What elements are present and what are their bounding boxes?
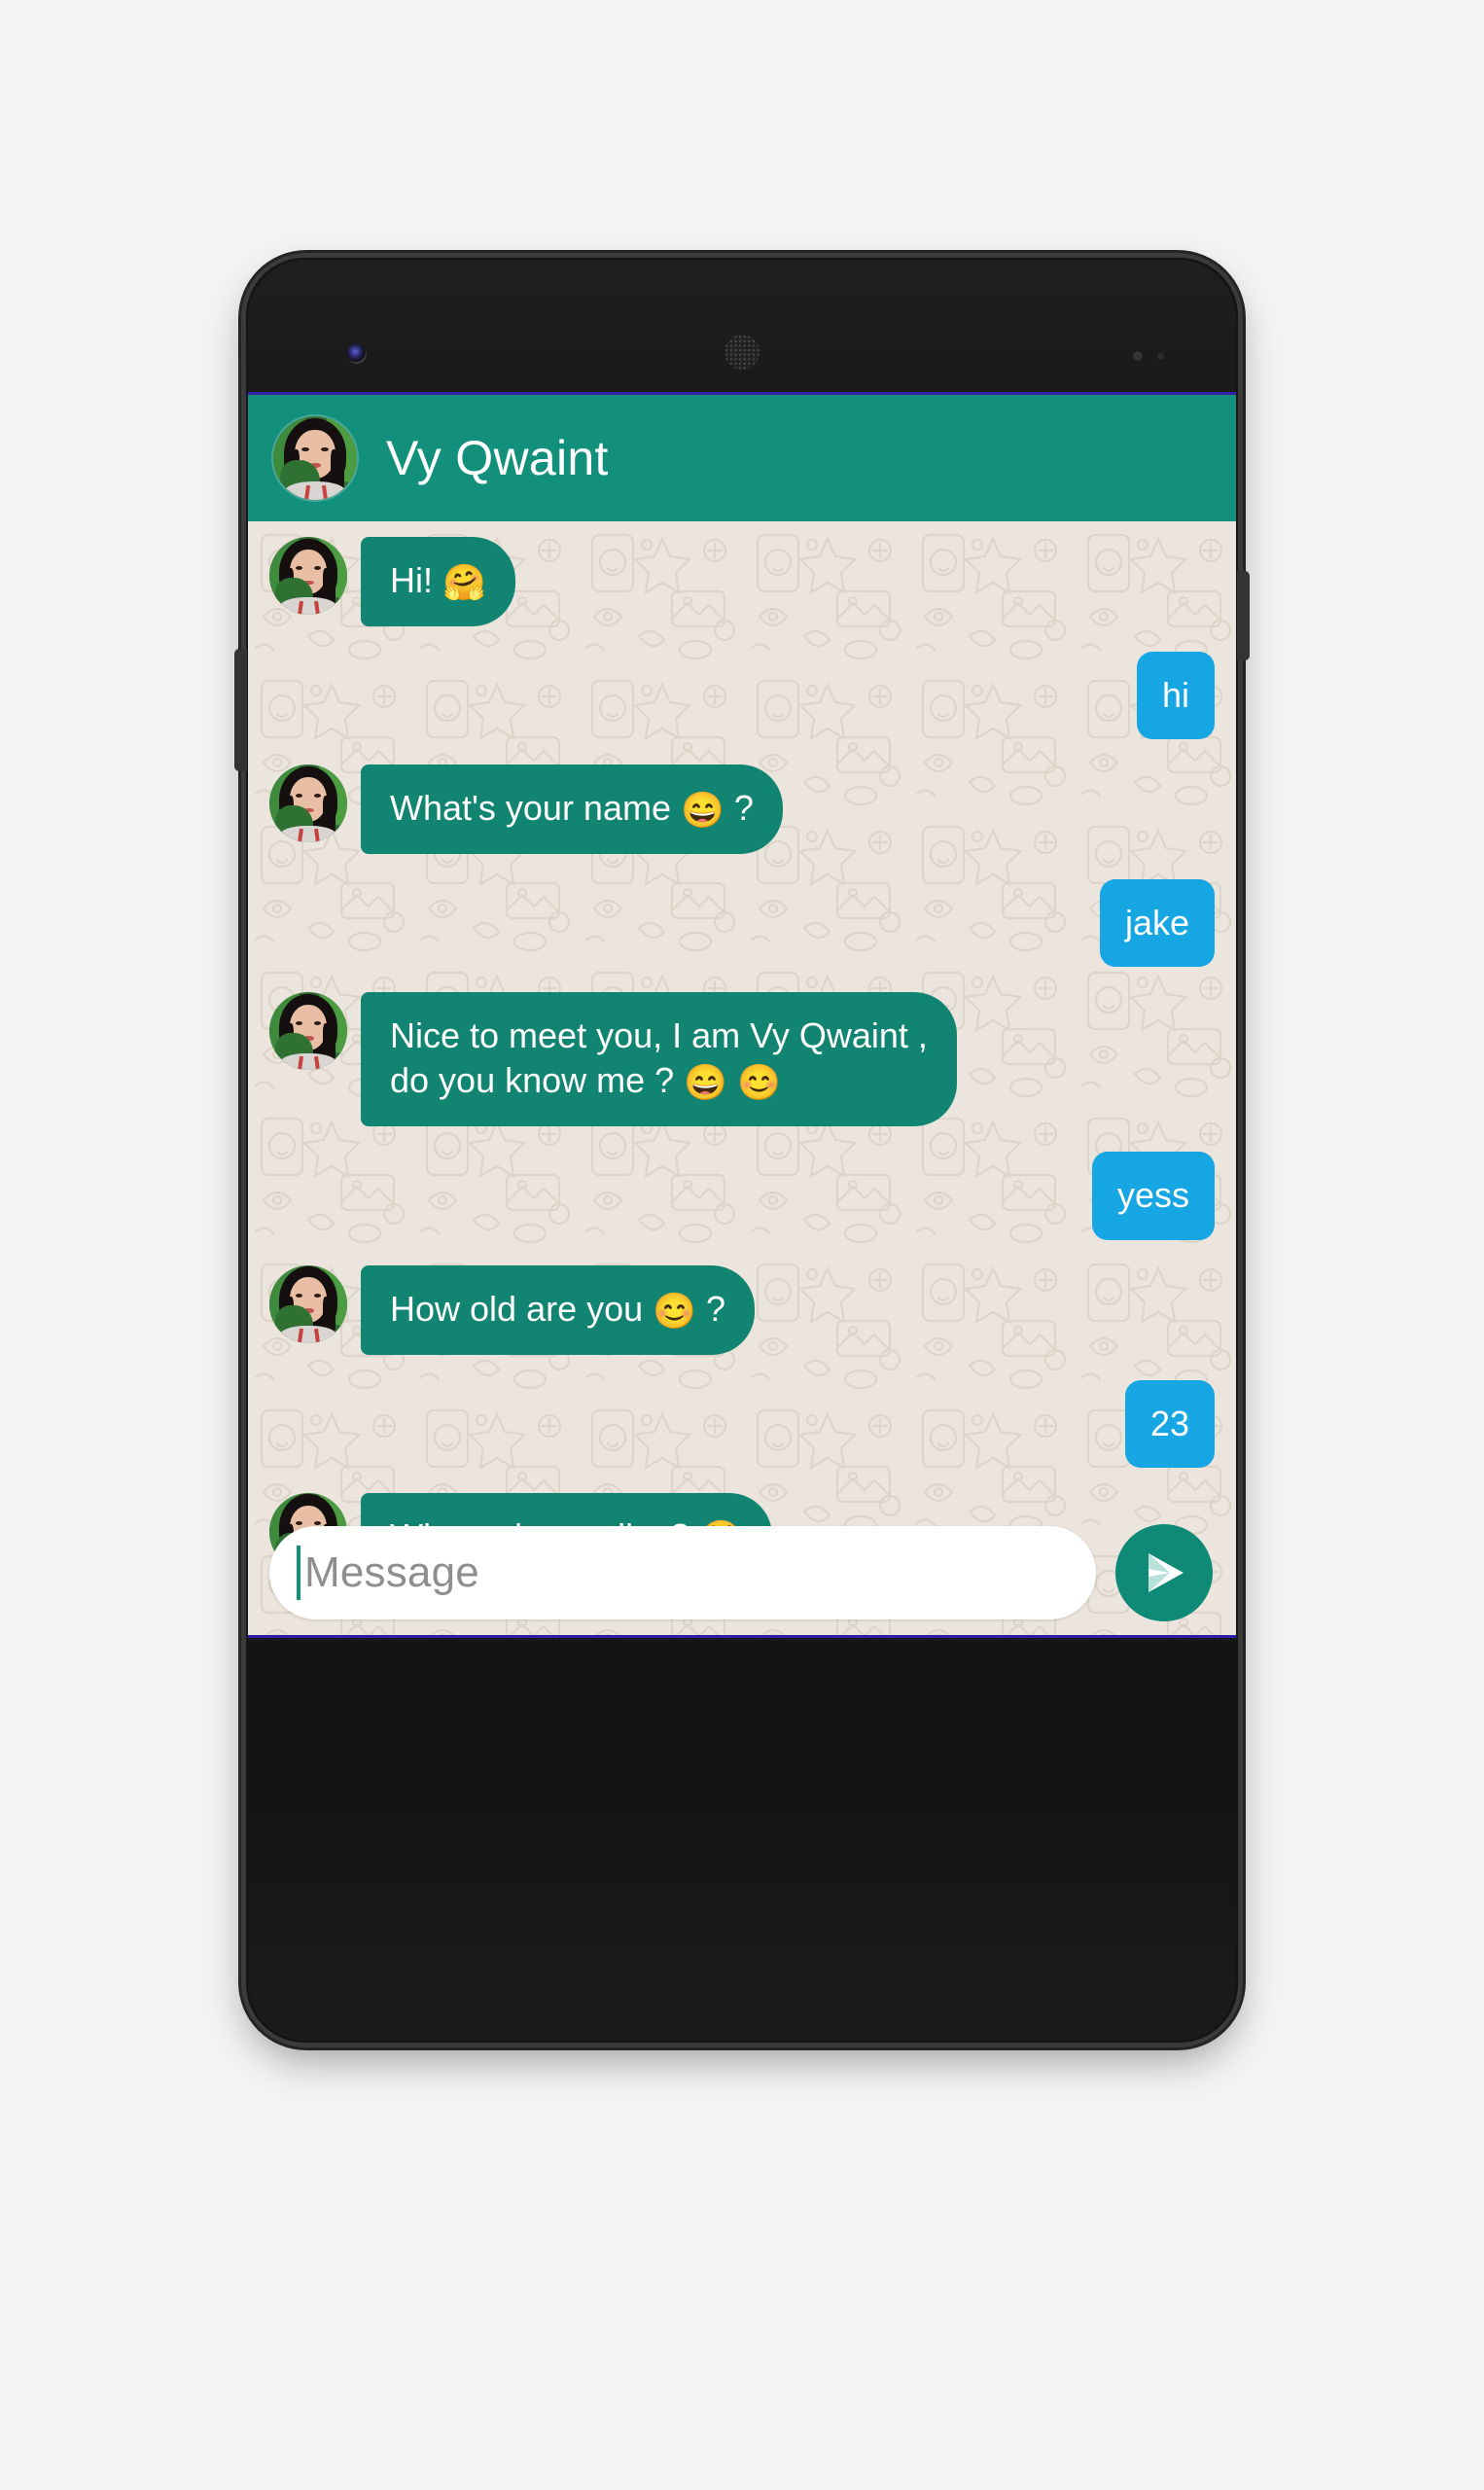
message-bubble-outgoing[interactable]: jake <box>1099 879 1215 968</box>
message-row-outgoing: hi <box>248 652 1236 740</box>
front-camera-icon <box>346 343 367 364</box>
contact-avatar[interactable] <box>273 416 357 500</box>
chat-message-list[interactable]: Hi! 🤗 hi What's your name 😄 ? jake Nice … <box>248 521 1236 1635</box>
message-row-outgoing: yess <box>248 1152 1236 1240</box>
message-input-placeholder: Message <box>304 1548 479 1596</box>
screenshot-root: Vy Qwaint Hi! 🤗 hi What's your name 😄 ? … <box>0 0 1484 2490</box>
text-cursor <box>297 1546 300 1600</box>
message-avatar[interactable] <box>269 1264 347 1343</box>
phone-top-bezel <box>246 258 1238 392</box>
phone-screen: Vy Qwaint Hi! 🤗 hi What's your name 😄 ? … <box>248 392 1236 1638</box>
message-row-outgoing: jake <box>248 879 1236 968</box>
message-text: How old are you <box>390 1288 654 1329</box>
message-avatar[interactable] <box>269 537 347 615</box>
volume-button[interactable] <box>1237 571 1250 660</box>
send-icon <box>1148 1553 1184 1592</box>
message-row-incoming: What's your name 😄 ? <box>248 765 1236 855</box>
phone-bottom-bezel <box>246 1641 1238 2043</box>
grinning-face-emoji: 😄 <box>681 790 724 831</box>
message-text: Hi! <box>390 560 442 600</box>
send-button[interactable] <box>1115 1524 1213 1621</box>
message-bubble-incoming[interactable]: Nice to meet you, I am Vy Qwaint , do yo… <box>361 992 957 1127</box>
hugging-face-emoji: 🤗 <box>442 562 486 602</box>
message-input-field[interactable]: Message <box>269 1526 1096 1619</box>
message-text: 23 <box>1149 1403 1189 1443</box>
contact-name-title: Vy Qwaint <box>386 431 609 485</box>
message-row-incoming: How old are you 😊 ? <box>248 1264 1236 1355</box>
power-button[interactable] <box>234 649 247 771</box>
message-text: What's your name <box>390 788 681 829</box>
chat-scroll-container[interactable]: Hi! 🤗 hi What's your name 😄 ? jake Nice … <box>248 521 1236 1635</box>
message-text-suffix: ? <box>724 788 754 829</box>
message-row-outgoing: 23 <box>248 1379 1236 1468</box>
message-bubble-outgoing[interactable]: 23 <box>1124 1379 1215 1468</box>
message-bubble-outgoing[interactable]: yess <box>1091 1152 1215 1240</box>
message-text-suffix: ? <box>695 1288 725 1329</box>
message-avatar[interactable] <box>269 765 347 843</box>
message-text: jake <box>1124 903 1189 943</box>
earpiece-speaker-icon <box>724 335 760 370</box>
proximity-sensor-icon <box>1133 351 1143 361</box>
message-text: yess <box>1116 1175 1189 1216</box>
message-text: hi <box>1161 675 1189 716</box>
message-text-line-1: Nice to meet you, I am Vy Qwaint , <box>390 1015 928 1056</box>
message-avatar[interactable] <box>269 992 347 1071</box>
message-row-incoming: Hi! 🤗 <box>248 537 1236 627</box>
phone-device-frame: Vy Qwaint Hi! 🤗 hi What's your name 😄 ? … <box>234 258 1250 2043</box>
message-composer-bar: Message <box>248 1505 1236 1635</box>
message-row-incoming: Nice to meet you, I am Vy Qwaint , do yo… <box>248 992 1236 1127</box>
message-bubble-incoming[interactable]: What's your name 😄 ? <box>361 765 783 855</box>
message-bubble-incoming[interactable]: Hi! 🤗 <box>361 537 515 627</box>
grinning-and-smiling-emoji: 😄 😊 <box>684 1062 781 1103</box>
message-text-line-2: do you know me ? <box>390 1060 685 1101</box>
message-bubble-outgoing[interactable]: hi <box>1136 652 1215 740</box>
smiling-face-emoji: 😊 <box>653 1290 696 1331</box>
message-bubble-incoming[interactable]: How old are you 😊 ? <box>361 1264 755 1355</box>
chat-app-bar: Vy Qwaint <box>248 395 1236 521</box>
light-sensor-icon <box>1157 353 1164 360</box>
